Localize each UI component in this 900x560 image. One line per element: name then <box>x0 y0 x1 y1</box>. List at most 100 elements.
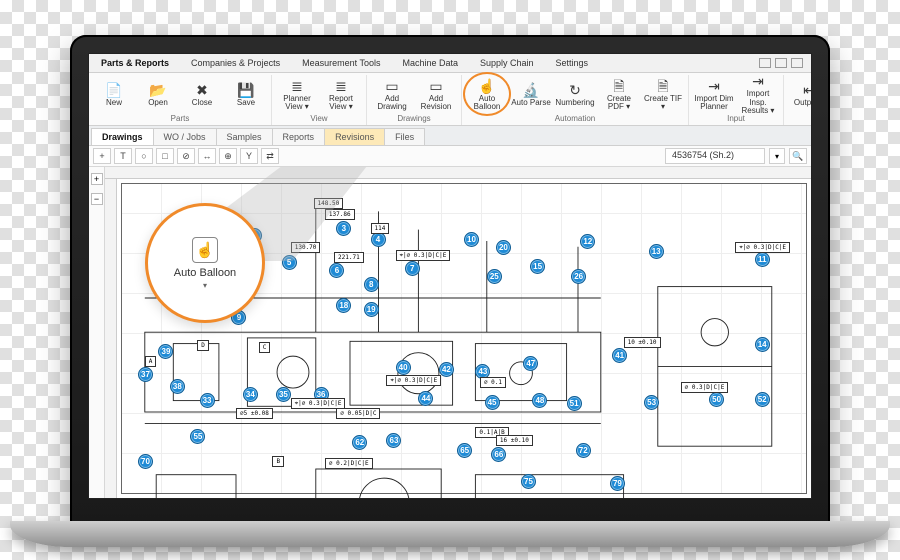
balloon-7[interactable]: 7 <box>405 261 420 276</box>
balloon-53[interactable]: 53 <box>644 395 659 410</box>
add-revision-icon: ▭ <box>429 79 442 93</box>
close-button[interactable]: ✖Close <box>181 75 223 113</box>
gdt-annotation: 148.50 <box>314 198 344 209</box>
auto-balloon-button[interactable]: ☝Auto Balloon <box>466 75 508 113</box>
tab-wo-jobs[interactable]: WO / Jobs <box>153 128 217 145</box>
balloon-52[interactable]: 52 <box>755 392 770 407</box>
output--button[interactable]: ⇤Output ▾ <box>788 75 812 113</box>
document-id-dropdown-icon[interactable]: ▾ <box>769 148 785 164</box>
balloon-11[interactable]: 11 <box>755 252 770 267</box>
balloon-72[interactable]: 72 <box>576 443 591 458</box>
balloon-65[interactable]: 65 <box>457 443 472 458</box>
balloon-48[interactable]: 48 <box>532 393 547 408</box>
tab-samples[interactable]: Samples <box>216 128 273 145</box>
auto-parse-icon: 🔬 <box>522 83 539 97</box>
gdt-annotation: 16 ±0.10 <box>496 435 533 446</box>
balloon-19[interactable]: 19 <box>364 302 379 317</box>
balloon-44[interactable]: 44 <box>418 391 433 406</box>
canvas-tool-buttons: +T○□⊘↔⊕Y⇄ <box>93 148 279 164</box>
balloon-79[interactable]: 79 <box>610 476 625 491</box>
balloon-3[interactable]: 3 <box>336 221 351 236</box>
canvas-tool-button[interactable]: ⊕ <box>219 148 237 164</box>
import-dim-planner-button[interactable]: ⇥ Import Dim Planner <box>693 75 735 113</box>
canvas-tool-button[interactable]: ⊘ <box>177 148 195 164</box>
balloon-51[interactable]: 51 <box>567 396 582 411</box>
balloon-13[interactable]: 13 <box>649 244 664 259</box>
tab-revisions[interactable]: Revisions <box>324 128 385 145</box>
auto-balloon-callout[interactable]: ☝ Auto Balloon ▾ <box>145 203 265 323</box>
balloon-75[interactable]: 75 <box>521 474 536 489</box>
ribbon-group-label: Automation <box>555 113 595 125</box>
canvas-tool-button[interactable]: ⇄ <box>261 148 279 164</box>
report-view--button[interactable]: ≣Report View ▾ <box>320 75 362 113</box>
ribbon-button-label: Report View ▾ <box>321 95 361 112</box>
balloon-25[interactable]: 25 <box>487 269 502 284</box>
zoom-in-button[interactable]: + <box>91 173 103 185</box>
gdt-annotation: ⌀ 0.05|D|C <box>336 408 380 419</box>
zoom-out-button[interactable]: − <box>91 193 103 205</box>
open-button[interactable]: 📂Open <box>137 75 179 113</box>
balloon-38[interactable]: 38 <box>170 379 185 394</box>
tab-reports[interactable]: Reports <box>272 128 326 145</box>
canvas-tool-button[interactable]: ○ <box>135 148 153 164</box>
menu-measurement-tools[interactable]: Measurement Tools <box>298 56 384 70</box>
balloon-45[interactable]: 45 <box>485 395 500 410</box>
balloon-20[interactable]: 20 <box>496 240 511 255</box>
balloon-50[interactable]: 50 <box>709 392 724 407</box>
create-pdf--button[interactable]: 🗎Create PDF ▾ <box>598 75 640 113</box>
tab-files[interactable]: Files <box>384 128 425 145</box>
add-revision-button[interactable]: ▭Add Revision <box>415 75 457 113</box>
planner-view--button[interactable]: ≣Planner View ▾ <box>276 75 318 113</box>
ribbon-button-label: Open <box>148 99 168 107</box>
gdt-annotation: ⌀ 0.2|D|C|E <box>325 458 373 469</box>
new-icon: 📄 <box>105 83 122 97</box>
menu-supply-chain[interactable]: Supply Chain <box>476 56 538 70</box>
balloon-40[interactable]: 40 <box>396 360 411 375</box>
canvas-tool-button[interactable]: Y <box>240 148 258 164</box>
window-close-icon[interactable] <box>791 58 803 68</box>
gdt-annotation: 137.86 <box>325 209 355 220</box>
balloon-5[interactable]: 5 <box>282 255 297 270</box>
import-dim-planner-icon: ⇥ <box>708 79 720 93</box>
create-tif--button[interactable]: 🗎Create TIF ▾ <box>642 75 684 113</box>
ribbon-group-automation: ☝Auto Balloon🔬Auto Parse↻Numbering🗎Creat… <box>462 75 689 125</box>
menu-parts-reports[interactable]: Parts & Reports <box>97 56 173 70</box>
balloon-66[interactable]: 66 <box>491 447 506 462</box>
menu-companies-projects[interactable]: Companies & Projects <box>187 56 284 70</box>
tab-drawings[interactable]: Drawings <box>91 128 154 145</box>
window-controls <box>759 58 803 68</box>
numbering-button[interactable]: ↻Numbering <box>554 75 596 113</box>
gdt-annotation: ⌀ 0.1 <box>480 377 506 388</box>
balloon-4[interactable]: 4 <box>371 232 386 247</box>
ribbon-button-label: Auto Balloon <box>467 95 507 112</box>
menu-machine-data[interactable]: Machine Data <box>398 56 462 70</box>
new-button[interactable]: 📄New <box>93 75 135 113</box>
ribbon-group-misc: ⇤Output ▾ <box>784 75 812 125</box>
ribbon-group-drawings: ▭Add Drawing▭Add RevisionDrawings <box>367 75 462 125</box>
search-icon[interactable]: 🔍 <box>789 148 807 164</box>
save-button[interactable]: 💾Save <box>225 75 267 113</box>
window-maximize-icon[interactable] <box>775 58 787 68</box>
balloon-34[interactable]: 34 <box>243 387 258 402</box>
balloon-33[interactable]: 33 <box>200 393 215 408</box>
gdt-annotation: ⌀ 0.3|D|C|E <box>681 382 729 393</box>
document-id-field[interactable]: 4536754 (Sh.2) <box>665 148 765 164</box>
import-insp-results--button[interactable]: ⇥Import Insp. Results ▾ <box>737 75 779 113</box>
canvas-tool-button[interactable]: + <box>93 148 111 164</box>
auto-parse-button[interactable]: 🔬Auto Parse <box>510 75 552 113</box>
gdt-annotation: ⌀5 ±0.08 <box>236 408 273 419</box>
balloon-35[interactable]: 35 <box>276 387 291 402</box>
drawing-canvas[interactable]: 1234567891012131518192025263334353637383… <box>105 167 811 498</box>
window-minimize-icon[interactable] <box>759 58 771 68</box>
canvas-tool-button[interactable]: ↔ <box>198 148 216 164</box>
menu-settings[interactable]: Settings <box>552 56 593 70</box>
ribbon-button-label: Import Dim Planner <box>694 95 734 112</box>
balloon-8[interactable]: 8 <box>364 277 379 292</box>
ribbon-group-label: Parts <box>171 113 190 125</box>
canvas-tool-button[interactable]: □ <box>156 148 174 164</box>
balloon-14[interactable]: 14 <box>755 337 770 352</box>
ribbon-button-label: Add Drawing <box>372 95 412 112</box>
canvas-tool-button[interactable]: T <box>114 148 132 164</box>
save-icon: 💾 <box>237 83 254 97</box>
add-drawing-button[interactable]: ▭Add Drawing <box>371 75 413 113</box>
